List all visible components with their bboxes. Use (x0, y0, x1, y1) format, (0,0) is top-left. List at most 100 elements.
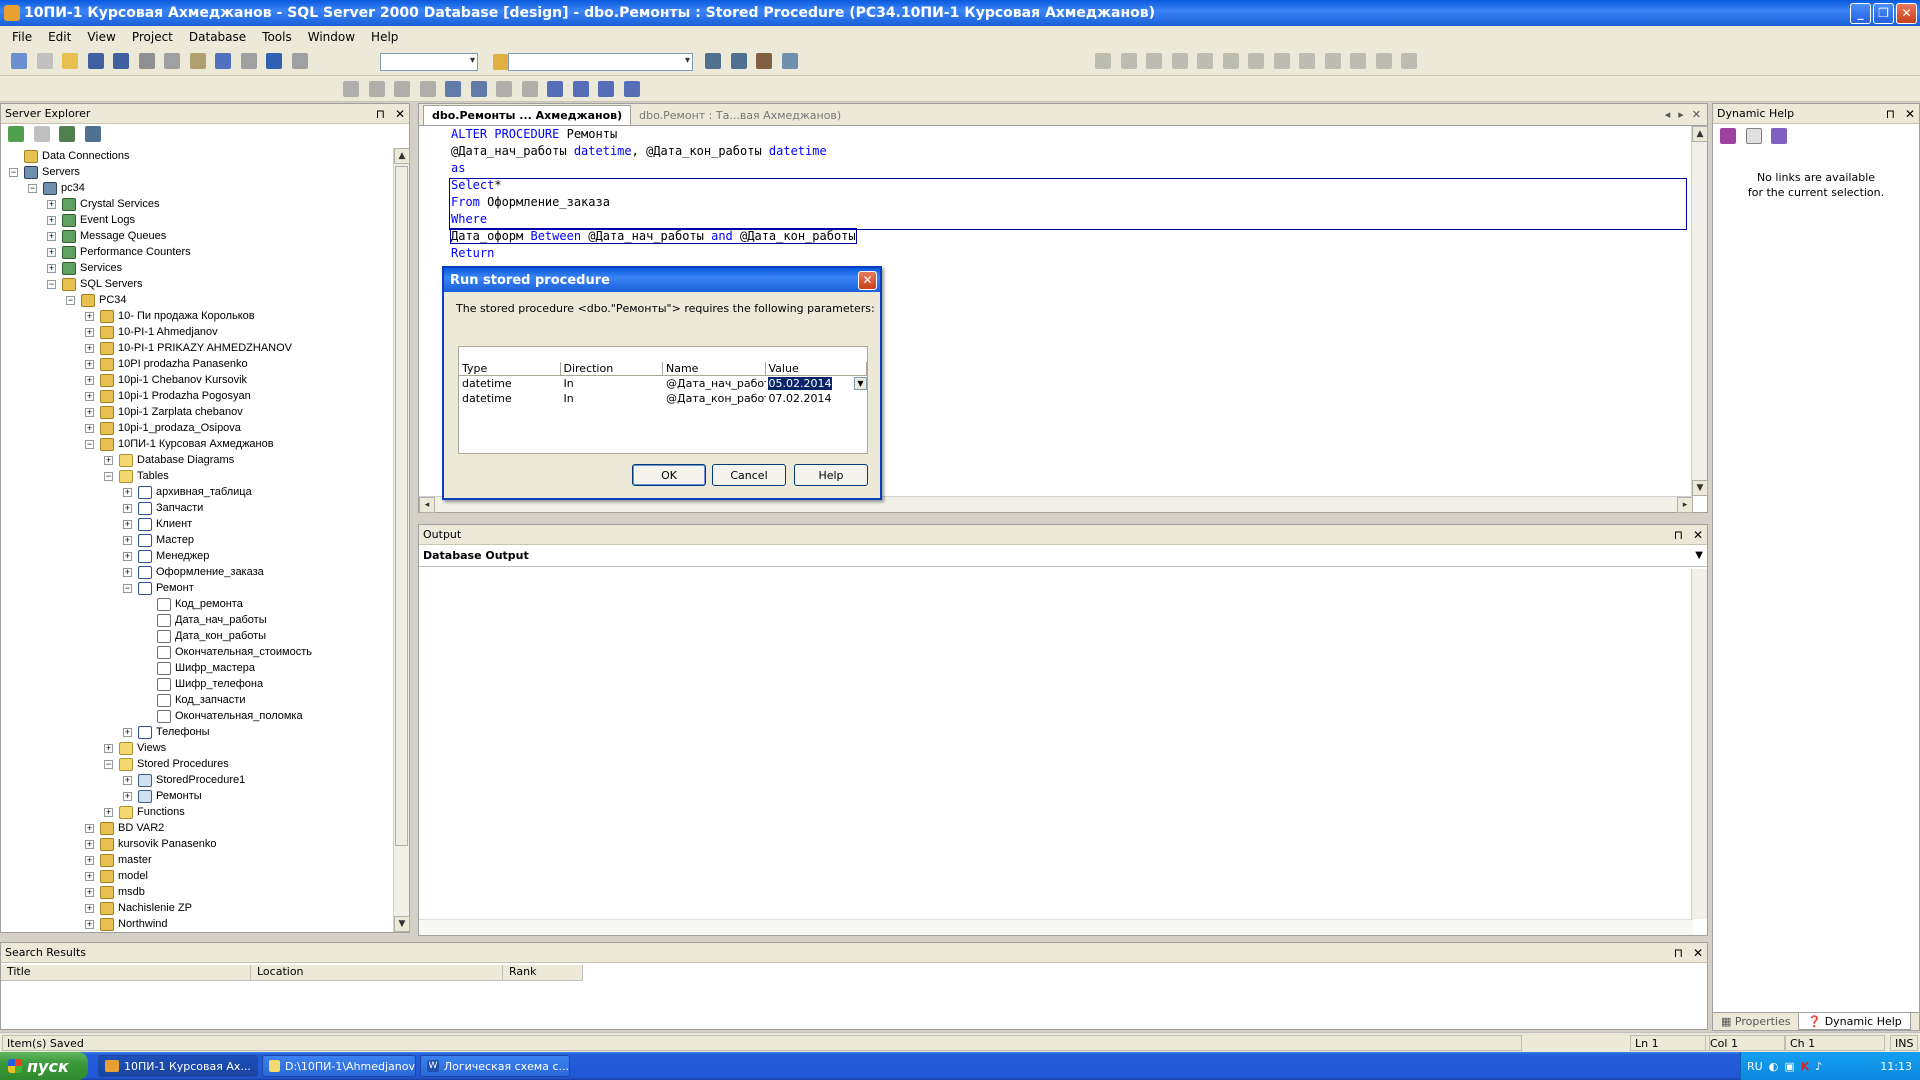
find-icon[interactable] (493, 54, 509, 70)
tree-node[interactable]: +10pi-1 Zarplata chebanov (85, 404, 243, 420)
expand-icon[interactable]: + (123, 535, 132, 545)
expand-icon[interactable]: + (85, 327, 94, 337)
expand-icon[interactable]: + (85, 839, 94, 849)
antivirus-icon[interactable]: K (1801, 1060, 1810, 1073)
collapse-icon[interactable]: − (9, 167, 18, 177)
undo-icon[interactable] (215, 53, 231, 69)
tree-node[interactable]: − pc34 (28, 180, 85, 196)
expand-icon[interactable]: + (85, 887, 94, 897)
col-rank[interactable]: Rank (503, 965, 583, 981)
tree-node[interactable]: + StoredProcedure1 (123, 772, 245, 788)
tab-dynamic-help[interactable]: ❓ Dynamic Help (1798, 1013, 1911, 1030)
chevron-down-icon[interactable]: ▼ (1695, 550, 1703, 561)
tree-node[interactable]: + kursovik Panasenko (85, 836, 216, 852)
expand-icon[interactable]: + (47, 247, 56, 257)
toolbox-icon[interactable] (756, 53, 772, 69)
tree-node[interactable]: Окончательная_поломка (142, 708, 303, 724)
tree-node[interactable]: + Мастер (123, 532, 194, 548)
collapse-icon[interactable]: − (66, 295, 75, 305)
sql-code[interactable]: ALTER PROCEDURE Ремонты @Дата_нач_работы… (450, 126, 857, 262)
expand-icon[interactable]: + (47, 215, 56, 225)
taskbar-item-word[interactable]: W Логическая схема с... (420, 1055, 570, 1077)
pin-icon[interactable]: ⊓ (376, 107, 385, 121)
expand-icon[interactable]: + (85, 871, 94, 881)
connect-database-icon[interactable] (59, 126, 75, 142)
class-view-icon[interactable] (781, 53, 798, 69)
pin-icon[interactable]: ⊓ (1674, 528, 1683, 542)
tree-node[interactable]: − Servers (9, 164, 80, 180)
expand-icon[interactable]: + (123, 775, 132, 785)
prev-record-icon[interactable] (1324, 53, 1341, 69)
tree-node[interactable]: Код_ремонта (142, 596, 243, 612)
properties-icon[interactable] (730, 53, 747, 69)
tree-node[interactable]: + Performance Counters (47, 244, 191, 260)
minimize-button[interactable]: _ (1850, 2, 1871, 24)
expand-icon[interactable]: + (85, 375, 94, 385)
expand-icon[interactable]: + (123, 791, 132, 801)
tree-node[interactable]: Шифр_мастера (142, 660, 255, 676)
ok-button[interactable]: OK (632, 464, 706, 486)
tree-node[interactable]: + master (85, 852, 152, 868)
refresh-icon[interactable] (8, 126, 24, 142)
col-location[interactable]: Location (251, 965, 503, 981)
expand-icon[interactable]: + (47, 263, 56, 273)
save-icon[interactable] (87, 53, 104, 69)
menu-edit[interactable]: Edit (40, 30, 79, 44)
tree-node[interactable]: − PC34 (66, 292, 127, 308)
tree-node[interactable]: + Views (104, 740, 166, 756)
taskbar-item-sql-server[interactable]: 10ПИ-1 Курсовая Ах... (98, 1055, 258, 1077)
collapse-icon[interactable]: − (28, 183, 37, 193)
tree-node[interactable]: Data Connections (9, 148, 129, 164)
clear-bookmarks-icon[interactable] (623, 81, 640, 97)
close-icon[interactable]: ✕ (1905, 107, 1915, 121)
menu-database[interactable]: Database (181, 30, 254, 44)
decrease-indent-icon[interactable] (470, 81, 487, 97)
tree-node[interactable]: + Northwind (85, 916, 168, 932)
open-icon[interactable] (62, 53, 78, 69)
dialog-close-button[interactable]: ✕ (858, 270, 877, 290)
menu-file[interactable]: File (4, 30, 40, 44)
close-button[interactable]: ✕ (1896, 2, 1917, 24)
help-button[interactable]: Help (794, 464, 868, 486)
uncomment-icon[interactable] (521, 81, 538, 97)
save-all-icon[interactable] (113, 53, 129, 69)
tree-node[interactable]: +10pi-1 Chebanov Kursovik (85, 372, 247, 388)
tab-properties[interactable]: ▦ Properties (1713, 1013, 1798, 1030)
tree-node[interactable]: + Services (47, 260, 122, 276)
paste-icon[interactable] (189, 53, 206, 69)
step-over-icon[interactable] (1146, 53, 1162, 69)
expand-icon[interactable]: + (47, 231, 56, 241)
tree-node[interactable]: − Stored Procedures (104, 756, 229, 772)
connect-server-icon[interactable] (84, 126, 101, 142)
close-icon[interactable]: ✕ (1693, 946, 1703, 960)
tree-node[interactable]: + Nachislenie ZP (85, 900, 192, 916)
tree-node[interactable]: +10pi-1 Prodazha Pogosyan (85, 388, 251, 404)
new-project-icon[interactable] (11, 53, 27, 69)
playback-icon[interactable] (1273, 53, 1290, 69)
tree-node[interactable]: +10pi-1_prodaza_Osipova (85, 420, 241, 436)
menu-window[interactable]: Window (300, 30, 363, 44)
value-dropdown-icon[interactable]: ▼ (854, 377, 867, 390)
pin-icon[interactable]: ⊓ (1674, 946, 1683, 960)
value-cell-editor[interactable]: 05.02.2014 ▼ (766, 377, 867, 390)
collapse-icon[interactable]: − (47, 279, 56, 289)
network-icon[interactable]: ▣ (1784, 1060, 1794, 1073)
expand-icon[interactable]: + (85, 359, 94, 369)
col-title[interactable]: Title (1, 965, 251, 981)
tree-node[interactable]: + Message Queues (47, 228, 166, 244)
expand-icon[interactable]: + (85, 919, 94, 929)
contents-icon[interactable] (1720, 128, 1736, 144)
tab-remont-table[interactable]: dbo.Ремонт : Та...вая Ахмеджанов) (631, 106, 849, 125)
collapse-icon[interactable]: − (104, 759, 113, 769)
tree-node[interactable]: − Tables (104, 468, 169, 484)
redo-icon[interactable] (240, 53, 257, 69)
tree-node[interactable]: + Телефоны (123, 724, 210, 740)
expand-icon[interactable]: + (104, 807, 113, 817)
add-item-icon[interactable] (36, 53, 53, 69)
prev-bookmark-icon[interactable] (598, 81, 614, 97)
tree-node[interactable]: Дата_нач_работы (142, 612, 267, 628)
increase-indent-icon[interactable] (445, 81, 461, 97)
tab-remonty-procedure[interactable]: dbo.Ремонты ... Ахмеджанов) (423, 105, 632, 125)
expand-icon[interactable]: + (123, 519, 132, 529)
stop-icon[interactable] (1222, 53, 1239, 69)
